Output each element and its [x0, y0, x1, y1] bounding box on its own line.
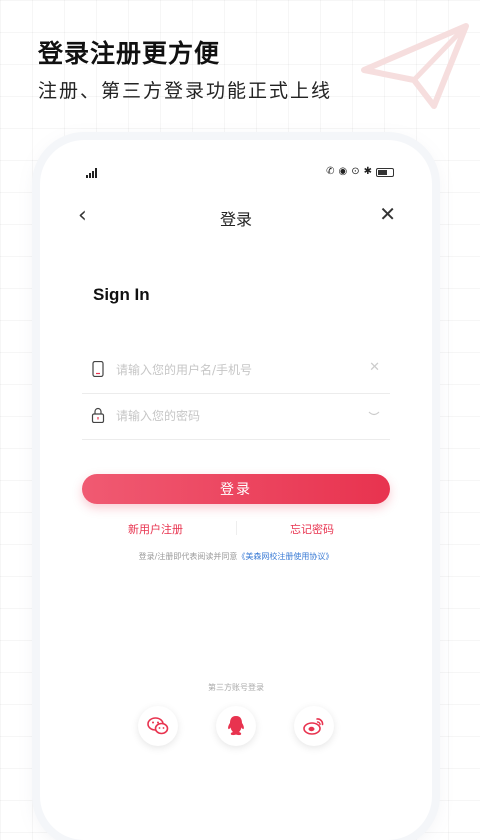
third-party-label: 第三方账号登录: [208, 683, 264, 692]
weibo-login-button[interactable]: [294, 706, 334, 746]
register-link[interactable]: 新用户注册: [128, 521, 183, 537]
link-row: 新用户注册 忘记密码: [82, 519, 390, 539]
page-title: 登录: [219, 210, 252, 229]
clear-icon[interactable]: ✕: [369, 360, 380, 376]
alarm-icon: ◉: [338, 166, 348, 177]
close-icon[interactable]: ✕: [379, 204, 396, 224]
qq-icon: [228, 716, 244, 736]
eye-closed-icon[interactable]: [368, 410, 380, 418]
nfc-icon: ✆: [326, 166, 335, 177]
status-icons: ✆ ◉ ⊙ ✱: [326, 167, 394, 177]
battery-icon: [376, 167, 394, 177]
login-button[interactable]: 登录: [82, 474, 390, 504]
agreement-link[interactable]: 《美森网校注册使用协议》: [237, 552, 333, 561]
promo-title: 登录注册更方便: [38, 39, 221, 68]
username-field: ✕: [82, 347, 390, 394]
link-divider: [236, 521, 237, 535]
qq-login-button[interactable]: [216, 706, 256, 746]
status-bar: ✆ ◉ ⊙ ✱: [40, 140, 432, 180]
phone-icon: [92, 361, 104, 377]
social-login-row: [40, 706, 432, 750]
paper-plane-icon: [361, 23, 469, 109]
password-input[interactable]: [116, 405, 346, 427]
forgot-password-link[interactable]: 忘记密码: [290, 521, 334, 537]
wechat-login-button[interactable]: [138, 706, 178, 746]
nav-bar: ‹ 登录 ✕: [40, 198, 432, 234]
weibo-icon: [303, 718, 324, 735]
username-input[interactable]: [116, 359, 346, 381]
agreement-text: 登录/注册即代表阅读并同意《美森网校注册使用协议》: [40, 551, 432, 562]
password-field: [82, 393, 390, 440]
agreement-prefix: 登录/注册即代表阅读并同意: [138, 552, 238, 561]
promo-subtitle: 注册、第三方登录功能正式上线: [38, 80, 333, 102]
clock-icon: ⊙: [351, 166, 360, 177]
signal-icon: [86, 168, 97, 178]
phone-frame: ✆ ◉ ⊙ ✱ ‹ 登录 ✕ Sign In ✕ 登录 新用户注册: [40, 140, 432, 840]
signin-heading: Sign In: [93, 285, 150, 304]
bluetooth-icon: ✱: [363, 166, 372, 177]
wechat-icon: [147, 717, 169, 735]
lock-icon: [91, 407, 105, 423]
